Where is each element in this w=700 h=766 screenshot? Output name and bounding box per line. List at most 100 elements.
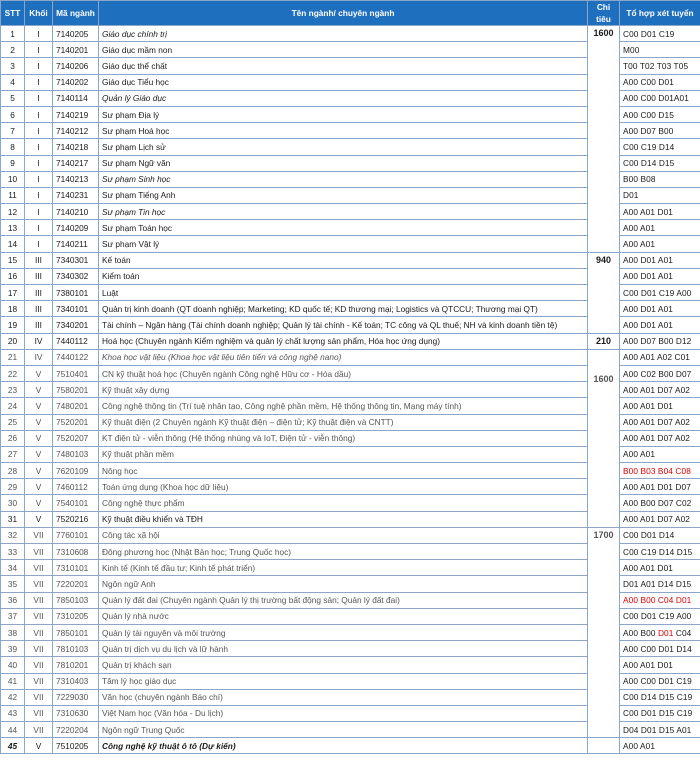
khoi-cell: V: [24, 397, 53, 415]
khoi-cell: VII: [24, 640, 53, 658]
to-hop-cell: T00 T02 T03 T05: [619, 57, 700, 75]
ma-nganh-cell: 7140213: [52, 170, 99, 188]
ma-nganh-cell: 7140219: [52, 105, 99, 124]
ten-nganh-cell: KT điện tử - viễn thông (Hệ thống nhúng …: [98, 429, 588, 447]
stt-cell: 12: [0, 203, 25, 221]
to-hop-cell: A00 A01: [619, 235, 700, 253]
khoi-cell: I: [24, 154, 53, 172]
ten-nganh-cell: Sư phạm Tin học: [98, 203, 588, 221]
to-hop-part-highlight: D01: [657, 627, 674, 638]
stt-cell: 14: [0, 235, 25, 253]
khoi-cell: V: [24, 510, 53, 528]
ma-nganh-cell: 7229030: [52, 688, 99, 706]
khoi-cell: VII: [24, 526, 53, 545]
ma-nganh-cell: 7810103: [52, 640, 99, 658]
khoi-cell: I: [24, 235, 53, 253]
stt-cell: 6: [0, 105, 25, 124]
to-hop-cell: A00 D01 A01: [619, 316, 700, 334]
stt-cell: 19: [0, 316, 25, 334]
stt-cell: 43: [0, 704, 25, 723]
khoi-cell: VII: [24, 623, 53, 642]
khoi-cell: I: [24, 170, 53, 188]
ma-nganh-cell: 7850103: [52, 591, 99, 609]
ten-nganh-cell: Văn học (chuyên ngành Báo chí): [98, 688, 588, 706]
khoi-cell: I: [24, 122, 53, 140]
ma-nganh-cell: 7140217: [52, 154, 99, 172]
khoi-cell: V: [24, 364, 53, 383]
to-hop-cell: A00 A01 D01: [619, 656, 700, 674]
khoi-cell: VII: [24, 575, 53, 593]
khoi-cell: VII: [24, 656, 53, 674]
to-hop-cell: A00 A01: [619, 219, 700, 237]
stt-cell: 3: [0, 57, 25, 75]
khoi-cell: V: [24, 429, 53, 447]
header-stt: STT: [0, 0, 25, 26]
to-hop-cell: C00 D01 D14: [619, 526, 700, 545]
to-hop-cell: A00 A01: [619, 445, 700, 464]
admission-table: STT Khối Mã ngành Tên ngành/ chuyên ngàn…: [0, 0, 700, 755]
table-row: 45 V 7510205 Công nghệ kỹ thuật ô tô (Dự…: [0, 737, 700, 755]
ten-nganh-cell: Sư phạm Địa lý: [98, 105, 588, 124]
to-hop-cell: A00 C00 D15: [619, 105, 700, 124]
stt-cell: 20: [0, 332, 25, 350]
ten-nganh-cell: Đông phương học (Nhật Bản học; Trung Quố…: [98, 542, 588, 561]
table-row: 21 IV 7440122 Khoa học vật liệu (Khoa họ…: [0, 348, 700, 528]
stt-cell: 13: [0, 219, 25, 237]
ten-nganh-cell: Sư phạm Vật lý: [98, 235, 588, 253]
to-hop-cell: A00 A01 D07 A02: [619, 510, 700, 528]
ma-nganh-cell: 7140206: [52, 57, 99, 75]
to-hop-cell: A00 A01: [619, 737, 700, 755]
ma-nganh-cell: 7850101: [52, 623, 99, 642]
stt-cell: 40: [0, 656, 25, 674]
to-hop-cell: C00 D01 D15 C19: [619, 704, 700, 723]
khoi-cell: V: [24, 381, 53, 399]
ma-nganh-cell: 7140209: [52, 219, 99, 237]
ma-nganh-cell: 7310403: [52, 672, 99, 690]
stt-cell: 34: [0, 559, 25, 577]
khoi-cell: I: [24, 203, 53, 221]
ma-nganh-cell: 7310630: [52, 704, 99, 723]
khoi-cell: I: [24, 24, 53, 43]
khoi-cell: IV: [24, 332, 53, 350]
to-hop-cell: A00 A01 D01: [619, 397, 700, 415]
to-hop-cell: A00 B00 D07 C02: [619, 494, 700, 512]
to-hop-cell: C00 D14 D15 C19: [619, 688, 700, 706]
khoi-cell: VII: [24, 688, 53, 706]
ten-nganh-cell: Ngôn ngữ Trung Quốc: [98, 721, 588, 739]
ten-nganh-cell: CN kỹ thuật hoá học (Chuyên ngành Công n…: [98, 364, 588, 383]
to-hop-cell: A00 A01 D07 A02: [619, 381, 700, 399]
to-hop-cell: B00 B03 B04 C08: [619, 462, 700, 480]
to-hop-cell: C00 D01 C19 A00: [619, 283, 700, 302]
header-ma-nganh: Mã ngành: [52, 0, 99, 26]
khoi-cell: V: [24, 462, 53, 480]
stt-cell: 39: [0, 640, 25, 658]
ten-nganh-cell: Kỹ thuật điện (2 Chuyên ngành Kỹ thuật đ…: [98, 413, 588, 431]
stt-cell: 2: [0, 41, 25, 59]
ma-nganh-cell: 7140114: [52, 89, 99, 107]
stt-cell: 38: [0, 623, 25, 642]
ten-nganh-cell: Tâm lý học giáo dục: [98, 672, 588, 690]
ten-nganh-cell: Giáo dục mầm non: [98, 41, 588, 59]
to-hop-cell: C00 C19 D14: [619, 138, 700, 156]
ten-nganh-cell: Công nghệ kỹ thuật ô tô (Dự kiến): [98, 737, 588, 755]
khoi-cell: III: [24, 283, 53, 302]
ma-nganh-cell: 7140212: [52, 122, 99, 140]
stt-cell: 33: [0, 542, 25, 561]
ma-nganh-cell: 7510205: [52, 737, 99, 755]
chi-tieu-cell: 1700: [587, 526, 620, 739]
ten-nganh-cell: Công nghệ thông tin (Trí tuệ nhân tạo, C…: [98, 397, 588, 415]
stt-cell: 42: [0, 688, 25, 706]
ma-nganh-cell: 7140231: [52, 186, 99, 205]
ten-nganh-cell: Kỹ thuật phần mềm: [98, 445, 588, 464]
chi-tieu-cell: 1600: [587, 348, 620, 528]
ten-nganh-cell: Công nghệ thực phẩm: [98, 494, 588, 512]
header-chi-tieu-line1: Chỉ: [587, 0, 620, 13]
stt-cell: 26: [0, 429, 25, 447]
ma-nganh-cell: 7380101: [52, 283, 99, 302]
ma-nganh-cell: 7140201: [52, 41, 99, 59]
chi-tieu-cell: 940: [587, 251, 620, 334]
to-hop-cell: A00 A01 D07 A02: [619, 429, 700, 447]
stt-cell: 32: [0, 526, 25, 545]
khoi-cell: V: [24, 478, 53, 496]
to-hop-cell: A00 C00 D01 C19: [619, 672, 700, 690]
